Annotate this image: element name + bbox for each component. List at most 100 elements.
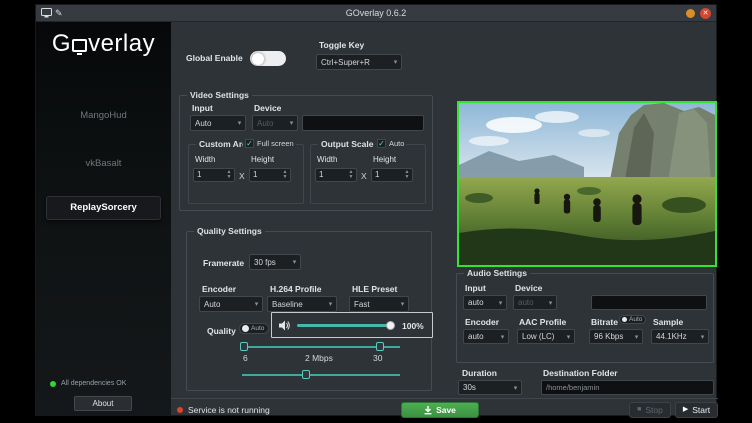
video-input-select[interactable]: Auto ▾ [190,115,246,131]
crf-max-value: 30 [373,353,382,363]
volume-panel: 100% [271,312,433,338]
output-scale-auto-checkbox[interactable]: ✓ Auto [375,139,406,148]
global-enable-toggle[interactable] [250,51,286,66]
crf-range-slider[interactable] [242,346,400,348]
crf-min-knob[interactable] [240,342,248,351]
service-status-dot [177,407,183,413]
play-icon: ▶ [683,406,688,414]
bitrate-slider[interactable] [242,374,400,376]
audio-device-select[interactable]: auto ▾ [513,295,557,310]
quality-label: Quality [207,326,236,336]
video-device-field[interactable] [302,115,424,131]
duration-value: 30s [459,383,510,392]
app-logo: Gverlay [36,30,171,58]
volume-slider-knob[interactable] [386,321,395,330]
toggle-key-select[interactable]: Ctrl+Super+R ▾ [316,54,402,70]
ca-width-spinner[interactable]: 1 ▲▼ [193,168,235,182]
framerate-select[interactable]: 30 fps ▾ [249,254,301,270]
titlebar-orange-button[interactable] [686,9,695,18]
stop-button[interactable]: ■ Stop [629,402,671,418]
titlebar: ✎ GOverlay 0.6.2 ✕ [36,5,716,22]
about-button[interactable]: About [74,396,132,411]
window-title: GOverlay 0.6.2 [36,5,716,21]
output-scale-title: Output Scale [318,139,376,149]
output-scale-auto-label: Auto [389,139,404,148]
bitrate-value-label: 2 Mbps [305,353,333,363]
volume-value: 100% [402,321,424,331]
speaker-icon [278,319,291,332]
hle-preset-value: Fast [350,300,397,309]
chevron-down-icon: ▾ [390,58,401,66]
fullscreen-checkbox[interactable]: ✓ Full screen [243,139,296,148]
app-icon [41,8,52,18]
hle-preset-label: HLE Preset [352,284,397,294]
framerate-value: 30 fps [250,258,289,267]
section-custom-area: Custom Area ✓ Full screen Width 1 ▲▼ X H… [188,144,304,204]
section-quality-settings: Quality Settings Framerate 30 fps ▾ Enco… [186,231,432,391]
aac-profile-label: AAC Profile [519,317,566,327]
hle-preset-select[interactable]: Fast ▾ [349,296,409,312]
sidebar-item-vkbasalt[interactable]: vkBasalt [46,153,161,175]
aac-profile-select[interactable]: Low (LC) ▾ [517,329,575,344]
bitrate-knob[interactable] [302,370,310,379]
crf-min-value: 6 [243,353,248,363]
audio-bitrate-select[interactable]: 96 Kbps ▾ [589,329,643,344]
ca-height-spinner[interactable]: 1 ▲▼ [249,168,291,182]
h264-profile-value: Baseline [268,300,325,309]
os-width-spinner[interactable]: 1 ▲▼ [315,168,357,182]
video-device-value: Auto [253,119,286,128]
spin-down-icon[interactable]: ▼ [405,175,410,180]
encoder-label: Encoder [202,284,236,294]
spin-down-icon[interactable]: ▼ [227,175,232,180]
os-height-value: 1 [372,169,402,181]
quality-auto-toggle[interactable]: Auto [239,323,269,334]
h264-profile-select[interactable]: Baseline ▾ [267,296,337,312]
footer-divider [171,398,718,399]
encoder-select[interactable]: Auto ▾ [199,296,263,312]
bitrate-auto-label: Auto [629,316,642,323]
sample-value: 44.1KHz [652,332,697,341]
sample-select[interactable]: 44.1KHz ▾ [651,329,709,344]
volume-slider[interactable] [297,324,393,327]
section-audio-settings: Audio Settings Input auto ▾ Device auto … [456,273,714,363]
spin-down-icon[interactable]: ▼ [283,175,288,180]
chevron-down-icon: ▾ [631,333,642,341]
section-output-scale: Output Scale ✓ Auto Width 1 ▲▼ X Height … [310,144,426,204]
quality-settings-title: Quality Settings [194,226,265,236]
toggle-dot [622,317,627,322]
logo-text-g: G [52,30,71,57]
os-height-spinner[interactable]: 1 ▲▼ [371,168,413,182]
bitrate-auto-toggle[interactable]: Auto [619,315,646,324]
os-width-value: 1 [316,169,346,181]
spinner-arrows: ▲▼ [346,169,356,181]
destination-folder-field[interactable]: /home/benjamin [541,380,714,395]
audio-device-field[interactable] [591,295,707,310]
ca-width-label: Width [195,155,215,164]
save-button[interactable]: Save [401,402,479,418]
framerate-label: Framerate [203,258,244,268]
dependency-ok-dot [50,381,56,387]
toggle-key-value: Ctrl+Super+R [317,58,390,67]
chevron-down-icon: ▾ [325,300,336,308]
video-device-select[interactable]: Auto ▾ [252,115,298,131]
sidebar-item-replaysorcery[interactable]: ReplaySorcery [46,196,161,220]
ca-height-value: 1 [250,169,280,181]
pencil-icon: ✎ [55,7,63,19]
start-button[interactable]: ▶ Start [675,402,718,418]
audio-input-select[interactable]: auto ▾ [463,295,507,310]
duration-select[interactable]: 30s ▾ [458,380,522,395]
stop-icon: ■ [637,406,641,414]
close-button[interactable]: ✕ [700,8,711,19]
chevron-down-icon: ▾ [234,119,245,127]
chevron-down-icon: ▾ [495,299,506,307]
crf-max-knob[interactable] [376,342,384,351]
duration-label: Duration [462,368,497,378]
audio-settings-title: Audio Settings [464,268,530,278]
video-input-value: Auto [191,119,234,128]
spin-down-icon[interactable]: ▼ [349,175,354,180]
sidebar-item-mangohud[interactable]: MangoHud [46,105,161,127]
audio-device-label: Device [515,283,542,293]
service-status-text: Service is not running [188,405,270,415]
audio-bitrate-value: 96 Kbps [590,332,631,341]
audio-encoder-select[interactable]: auto ▾ [463,329,509,344]
